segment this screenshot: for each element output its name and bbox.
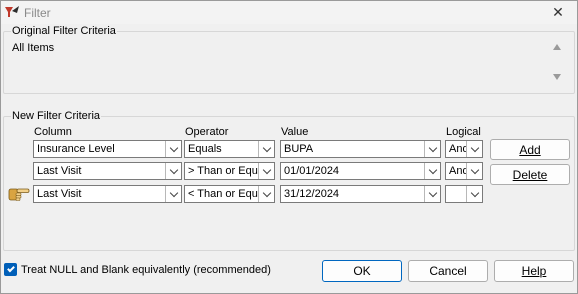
- row1-logical-select[interactable]: And: [445, 140, 483, 158]
- row1-value-text: BUPA: [284, 143, 314, 155]
- row1-operator-select[interactable]: Equals: [184, 140, 275, 158]
- cancel-button-label: Cancel: [429, 264, 467, 278]
- row2-value-text: 01/01/2024: [284, 165, 340, 177]
- original-filter-scrollbar[interactable]: [551, 39, 563, 87]
- add-button-label: Add: [519, 142, 541, 157]
- delete-button-label: Delete: [512, 167, 548, 182]
- row1-logical-value: And: [449, 143, 466, 155]
- row1-operator-value: Equals: [188, 143, 222, 155]
- scroll-up-icon[interactable]: [553, 44, 561, 50]
- filter-app-icon: [5, 6, 19, 17]
- chevron-down-icon[interactable]: [424, 141, 440, 157]
- value-header: Value: [281, 126, 309, 138]
- row3-column-value: Last Visit: [37, 188, 82, 200]
- title-bar: Filter ✕: [1, 1, 577, 24]
- close-icon: ✕: [552, 4, 564, 20]
- cancel-button[interactable]: Cancel: [408, 260, 488, 282]
- row2-value-field[interactable]: 01/01/2024: [280, 162, 441, 180]
- add-button[interactable]: Add: [490, 139, 570, 160]
- pointing-hand-icon: [8, 188, 30, 201]
- chevron-down-icon[interactable]: [258, 141, 274, 157]
- chevron-down-icon[interactable]: [424, 163, 440, 179]
- row2-operator-value: > Than or Equa: [188, 165, 258, 177]
- row3-value-text: 31/12/2024: [284, 188, 340, 200]
- column-header: Column: [34, 126, 72, 138]
- close-button[interactable]: ✕: [543, 2, 573, 23]
- chevron-down-icon[interactable]: [466, 186, 482, 202]
- original-filter-group: Original Filter Criteria: [3, 26, 575, 94]
- chevron-down-icon[interactable]: [165, 141, 181, 157]
- chevron-down-icon[interactable]: [258, 163, 274, 179]
- row1-column-value: Insurance Level: [37, 143, 115, 155]
- row2-logical-value: And: [449, 165, 466, 177]
- ok-button-label: OK: [353, 264, 371, 278]
- scroll-down-icon[interactable]: [553, 74, 561, 80]
- chevron-down-icon[interactable]: [165, 186, 181, 202]
- window-title: Filter: [24, 6, 51, 20]
- chevron-down-icon[interactable]: [466, 163, 482, 179]
- help-button[interactable]: Help: [494, 260, 574, 282]
- delete-button[interactable]: Delete: [490, 164, 570, 185]
- row3-operator-select[interactable]: < Than or Equa: [184, 185, 275, 203]
- treat-null-label: Treat NULL and Blank equivalently (recom…: [21, 263, 271, 276]
- chevron-down-icon[interactable]: [258, 186, 274, 202]
- help-button-label: Help: [521, 264, 547, 278]
- row3-logical-select[interactable]: [445, 185, 483, 203]
- row3-operator-value: < Than or Equa: [188, 188, 258, 200]
- filter-dialog: Filter ✕ Original Filter Criteria All It…: [0, 0, 578, 294]
- row3-column-select[interactable]: Last Visit: [33, 185, 182, 203]
- row3-value-field[interactable]: 31/12/2024: [280, 185, 441, 203]
- ok-button[interactable]: OK: [322, 260, 402, 282]
- chevron-down-icon[interactable]: [466, 141, 482, 157]
- row1-column-select[interactable]: Insurance Level: [33, 140, 182, 158]
- row2-logical-select[interactable]: And: [445, 162, 483, 180]
- new-filter-legend: New Filter Criteria: [12, 110, 101, 122]
- treat-null-checkbox[interactable]: Treat NULL and Blank equivalently (recom…: [4, 263, 271, 276]
- row2-operator-select[interactable]: > Than or Equa: [184, 162, 275, 180]
- row2-column-value: Last Visit: [37, 165, 82, 177]
- row1-value-field[interactable]: BUPA: [280, 140, 441, 158]
- row2-column-select[interactable]: Last Visit: [33, 162, 182, 180]
- original-filter-text: All Items: [12, 42, 55, 54]
- chevron-down-icon[interactable]: [424, 186, 440, 202]
- checkbox-checked-icon[interactable]: [4, 263, 17, 276]
- operator-header: Operator: [185, 126, 229, 138]
- logical-header: Logical: [446, 126, 481, 138]
- original-filter-legend: Original Filter Criteria: [12, 25, 116, 37]
- chevron-down-icon[interactable]: [165, 163, 181, 179]
